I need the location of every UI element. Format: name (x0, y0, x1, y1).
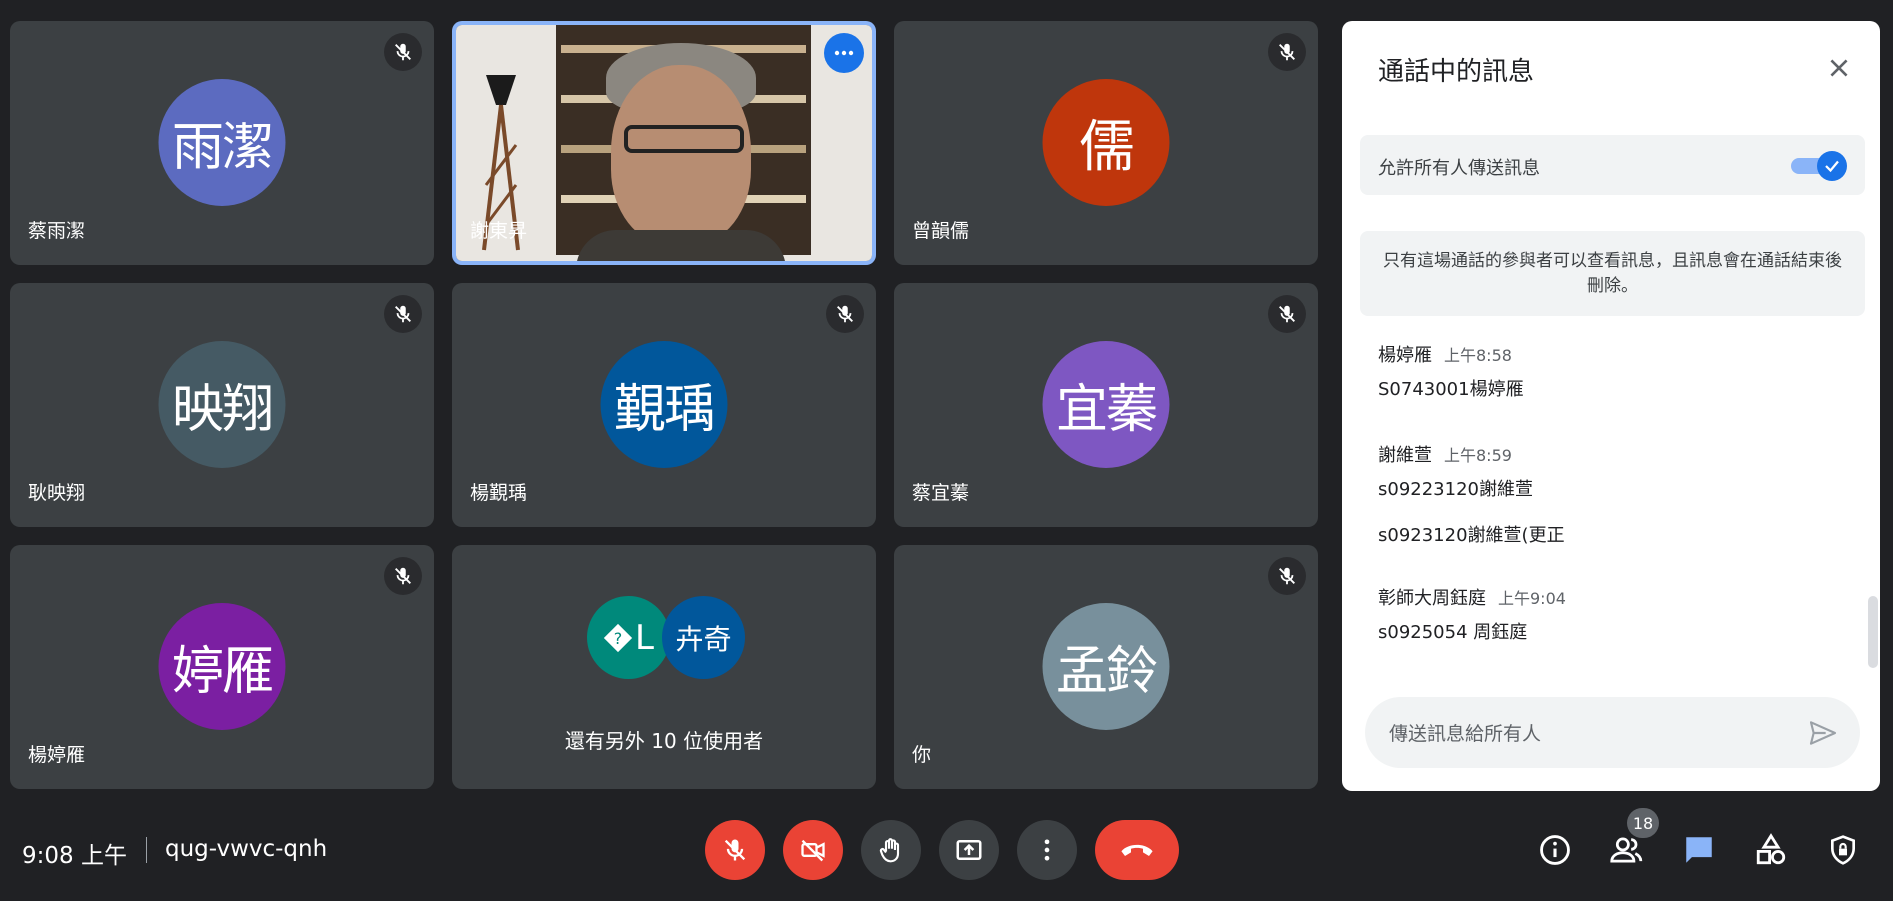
camera-toggle-button[interactable] (783, 820, 843, 880)
check-icon (1825, 160, 1839, 173)
message-sender: 彰師大周鈺庭 (1378, 588, 1486, 609)
allow-messages-label: 允許所有人傳送訊息 (1378, 158, 1540, 179)
avatar: 儒 (1042, 79, 1170, 206)
chat-message: 楊婷雁 上午8:58 S0743001楊婷雁 (1378, 341, 1524, 401)
people-icon (1610, 837, 1643, 863)
info-icon (1540, 835, 1570, 865)
mic-off-icon (384, 557, 422, 595)
chat-message: 謝維萱 上午8:59 s09223120謝維萱 s0923120謝維萱(更正 (1378, 441, 1565, 547)
mic-off-icon (826, 295, 864, 333)
avatar: 婷雁 (158, 603, 286, 730)
allow-messages-row: 允許所有人傳送訊息 (1360, 135, 1865, 195)
panel-title: 通話中的訊息 (1378, 57, 1535, 87)
allow-messages-toggle[interactable] (1791, 151, 1847, 181)
mic-off-icon (384, 295, 422, 333)
participant-tile[interactable]: 映翔 耿映翔 (10, 283, 434, 527)
message-text: s0923120謝維萱(更正 (1378, 525, 1565, 546)
more-vert-icon (1044, 839, 1050, 861)
participant-name: 楊婷雁 (28, 744, 86, 766)
chat-scrollbar[interactable] (1868, 596, 1878, 668)
participant-name: 曾韻儒 (912, 220, 970, 242)
participant-tile[interactable]: 雨潔 蔡雨潔 (10, 21, 434, 265)
participant-name: 蔡宜蓁 (912, 482, 970, 504)
participant-name: 你 (912, 744, 932, 766)
more-users-label: 還有另外 10 位使用者 (564, 729, 764, 753)
mini-avatar: 卉奇 (662, 596, 745, 679)
avatar: 映翔 (158, 341, 286, 468)
send-button[interactable] (1806, 717, 1840, 749)
participant-tile[interactable]: 宜蓁 蔡宜蓁 (894, 283, 1318, 527)
mic-off-icon (724, 839, 746, 861)
message-text: S0743001楊婷雁 (1378, 379, 1524, 400)
hang-up-button[interactable] (1095, 820, 1179, 880)
participants-count-badge: 18 (1627, 808, 1659, 838)
activities-button[interactable] (1747, 826, 1795, 874)
mini-avatar: ? L (587, 596, 670, 679)
hang-up-icon (1121, 844, 1153, 856)
more-horiz-icon (834, 50, 854, 56)
message-time: 上午9:04 (1498, 589, 1566, 608)
meeting-info-button[interactable] (1531, 826, 1579, 874)
mic-toggle-button[interactable] (705, 820, 765, 880)
message-input[interactable] (1387, 697, 1791, 770)
mic-off-icon (1268, 295, 1306, 333)
mic-off-icon (384, 33, 422, 71)
participant-name: 楊覲瑀 (470, 482, 528, 504)
close-button[interactable] (1818, 47, 1860, 89)
chat-panel: 通話中的訊息 允許所有人傳送訊息 只有這場通話的參與者可以查看訊息，且訊息會在通… (1342, 21, 1880, 791)
message-time: 上午8:59 (1444, 446, 1512, 465)
chat-notice: 只有這場通話的參與者可以查看訊息，且訊息會在通話結束後刪除。 (1360, 231, 1865, 316)
videocam-off-icon (801, 839, 825, 862)
more-participants-tile[interactable]: ? L 卉奇 還有另外 10 位使用者 (452, 545, 876, 789)
message-sender: 謝維萱 (1378, 445, 1432, 466)
unknown-user-icon: ? (603, 623, 633, 652)
participant-tile[interactable]: 婷雁 楊婷雁 (10, 545, 434, 789)
self-tile[interactable]: 孟鈴 你 (894, 545, 1318, 789)
divider (146, 837, 147, 863)
message-text: s0925054 周鈺庭 (1378, 622, 1528, 643)
present-screen-icon (956, 840, 982, 860)
meeting-code: qug-vwvc-qnh (165, 836, 328, 862)
chat-message: 彰師大周鈺庭 上午9:04 s0925054 周鈺庭 (1378, 584, 1566, 644)
more-options-button[interactable] (1017, 820, 1077, 880)
message-composer (1365, 697, 1860, 770)
activities-icon (1756, 833, 1786, 865)
close-icon (1830, 59, 1848, 77)
participant-tile-video[interactable]: 謝東昇 (452, 21, 876, 265)
participant-tile[interactable]: 覲瑀 楊覲瑀 (452, 283, 876, 527)
participant-name: 蔡雨潔 (28, 220, 86, 242)
participant-name: 耿映翔 (28, 482, 86, 504)
shield-lock-icon (1831, 835, 1855, 865)
avatar: 宜蓁 (1042, 341, 1170, 468)
svg-text:?: ? (614, 629, 623, 648)
avatar: 覲瑀 (600, 341, 728, 468)
more-options-button[interactable] (824, 33, 864, 73)
participant-name: 謝東昇 (470, 220, 528, 242)
message-time: 上午8:58 (1444, 346, 1512, 365)
mic-off-icon (1268, 557, 1306, 595)
host-controls-button[interactable] (1819, 826, 1867, 874)
message-text: s09223120謝維萱 (1378, 479, 1533, 500)
send-icon (1809, 721, 1837, 745)
mini-avatar-text: L (635, 617, 654, 658)
present-screen-button[interactable] (939, 820, 999, 880)
raise-hand-button[interactable] (861, 820, 921, 880)
clock: 9:08 上午 (22, 843, 127, 869)
avatar: 雨潔 (158, 79, 286, 206)
message-sender: 楊婷雁 (1378, 345, 1432, 366)
raise-hand-icon (879, 838, 900, 863)
chat-icon (1686, 837, 1712, 863)
avatar: 孟鈴 (1042, 603, 1170, 730)
participant-tile[interactable]: 儒 曾韻儒 (894, 21, 1318, 265)
mic-off-icon (1268, 33, 1306, 71)
chat-button[interactable] (1675, 826, 1723, 874)
